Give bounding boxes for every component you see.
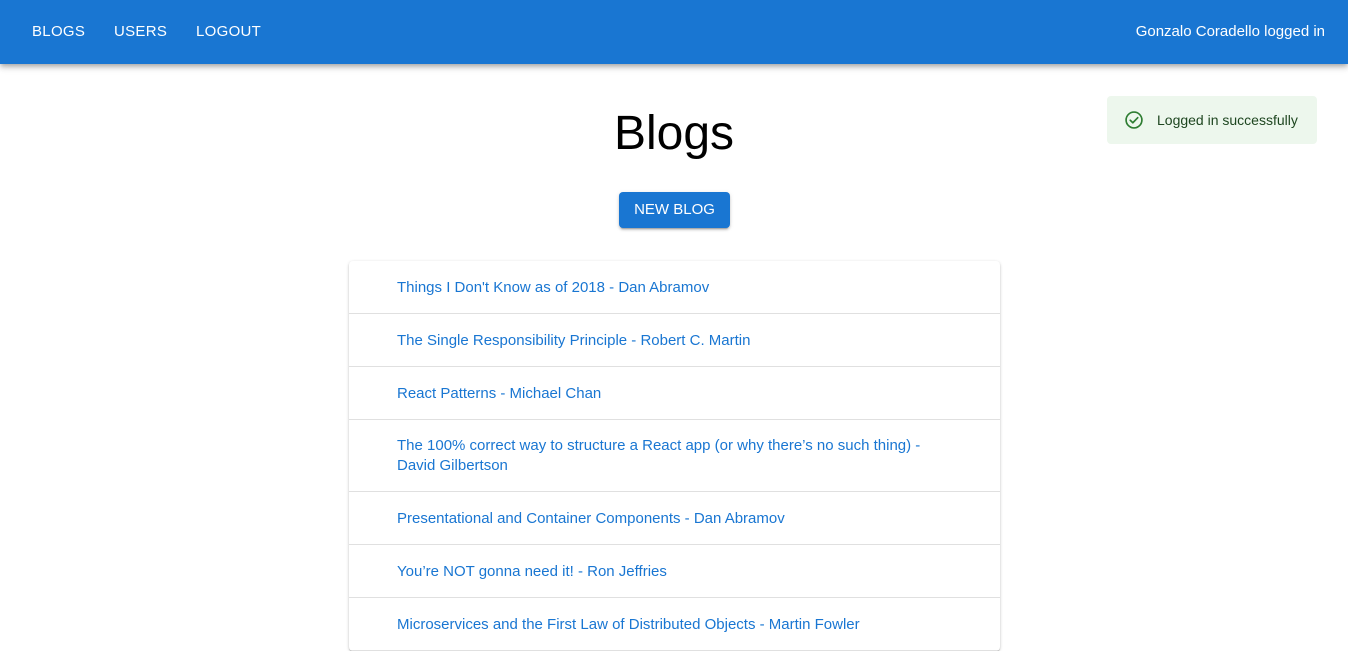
app-bar: BLOGS USERS LOGOUT Gonzalo Coradello log… xyxy=(0,0,1348,64)
blog-link[interactable]: The 100% correct way to structure a Reac… xyxy=(397,436,952,476)
nav-blogs-link[interactable]: BLOGS xyxy=(32,16,85,48)
blog-list-item: Microservices and the First Law of Distr… xyxy=(349,598,1000,651)
nav-logout-link[interactable]: LOGOUT xyxy=(196,16,261,48)
check-circle-icon xyxy=(1124,110,1144,130)
blog-link[interactable]: The Single Responsibility Principle - Ro… xyxy=(397,331,750,351)
blog-list-item: React Patterns - Michael Chan xyxy=(349,367,1000,420)
blog-list-item: You’re NOT gonna need it! - Ron Jeffries xyxy=(349,545,1000,598)
blog-list: Things I Don't Know as of 2018 - Dan Abr… xyxy=(349,261,1000,651)
blog-link[interactable]: React Patterns - Michael Chan xyxy=(397,384,601,404)
success-alert: Logged in successfully xyxy=(1107,96,1317,144)
alert-message: Logged in successfully xyxy=(1157,112,1298,128)
blog-list-item: The Single Responsibility Principle - Ro… xyxy=(349,314,1000,367)
blog-link[interactable]: Presentational and Container Components … xyxy=(397,509,785,529)
nav-users-link[interactable]: USERS xyxy=(114,16,167,48)
blog-link[interactable]: Things I Don't Know as of 2018 - Dan Abr… xyxy=(397,278,709,298)
new-blog-button[interactable]: NEW BLOG xyxy=(619,192,730,228)
blog-list-item: The 100% correct way to structure a Reac… xyxy=(349,420,1000,492)
logged-in-user-status: Gonzalo Coradello logged in xyxy=(1135,23,1325,40)
blog-list-item: Things I Don't Know as of 2018 - Dan Abr… xyxy=(349,261,1000,314)
blog-link[interactable]: You’re NOT gonna need it! - Ron Jeffries xyxy=(397,562,667,582)
blog-link[interactable]: Microservices and the First Law of Distr… xyxy=(397,615,860,635)
blog-list-item: Presentational and Container Components … xyxy=(349,492,1000,545)
